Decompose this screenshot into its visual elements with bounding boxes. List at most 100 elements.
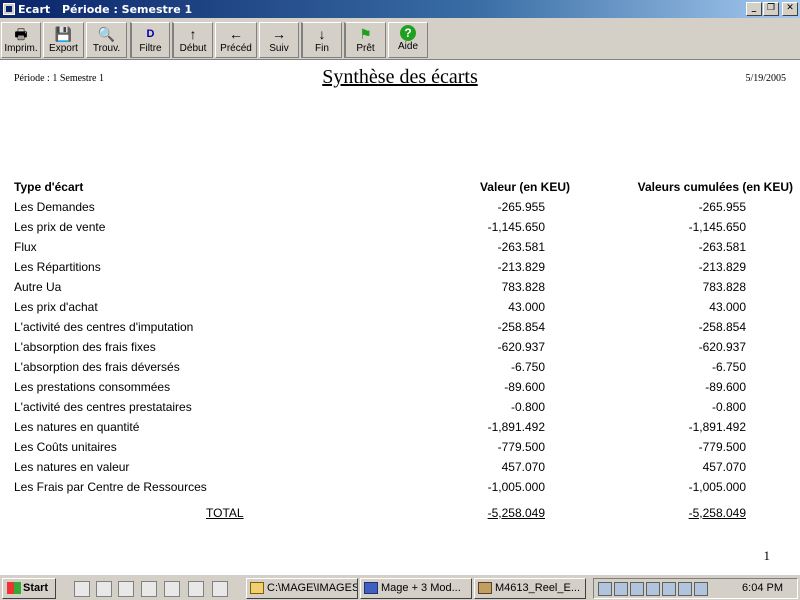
row-value: -1,145.650 bbox=[487, 220, 545, 234]
row-value: 457.070 bbox=[501, 460, 545, 474]
help-button[interactable]: ? Aide bbox=[388, 22, 428, 58]
row-cumulative: -258.854 bbox=[698, 320, 746, 334]
last-record-button[interactable]: ↓ Fin bbox=[301, 22, 342, 58]
export-button-label: Export bbox=[49, 43, 78, 54]
row-type: Les prestations consommées bbox=[14, 380, 171, 394]
window-title: Ecart bbox=[18, 3, 51, 16]
row-value: -6.750 bbox=[510, 360, 545, 374]
table-row: Les prestations consommées -89.600 -89.600 bbox=[0, 380, 800, 400]
window-title-bar[interactable]: Ecart Période : Semestre 1 _ ❐ ✕ bbox=[0, 0, 800, 18]
restore-button[interactable]: ❐ bbox=[763, 2, 779, 16]
row-value: 783.828 bbox=[501, 280, 545, 294]
filter-button[interactable]: D Filtre bbox=[130, 22, 170, 58]
arrow-down-icon: ↓ bbox=[318, 26, 326, 42]
app-icon bbox=[364, 582, 378, 594]
table-row: Les prix d'achat 43.000 43.000 bbox=[0, 300, 800, 320]
task-label: M4613_Reel_E... bbox=[495, 582, 580, 594]
task-mage[interactable]: Mage + 3 Mod... bbox=[360, 578, 472, 599]
row-cumulative: -1,145.650 bbox=[688, 220, 746, 234]
antivirus-icon[interactable] bbox=[678, 582, 692, 596]
report-title: Synthèse des écarts bbox=[322, 66, 478, 88]
row-cumulative: -263.581 bbox=[698, 240, 746, 254]
start-button[interactable]: Start bbox=[2, 578, 56, 599]
network-disconnected-icon[interactable] bbox=[662, 582, 676, 596]
total-label: TOTAL bbox=[206, 506, 244, 520]
ready-button-label: Prêt bbox=[356, 43, 375, 54]
row-cumulative: 457.070 bbox=[702, 460, 746, 474]
app-launcher-icon[interactable] bbox=[164, 581, 180, 597]
row-value: -265.955 bbox=[497, 200, 545, 214]
next-record-label: Suiv bbox=[269, 43, 289, 54]
page-number: 1 bbox=[763, 548, 771, 563]
notes-icon[interactable] bbox=[188, 581, 204, 597]
row-type: Flux bbox=[14, 240, 37, 254]
row-cumulative: -213.829 bbox=[698, 260, 746, 274]
clock[interactable]: 6:04 PM bbox=[742, 582, 783, 594]
report-date: 5/19/2005 bbox=[745, 73, 786, 84]
ready-button[interactable]: ⚑ Prêt bbox=[344, 22, 386, 58]
total-cumulative: -5,258.049 bbox=[688, 506, 746, 520]
app-window-icon[interactable] bbox=[3, 3, 15, 15]
network-icon[interactable] bbox=[598, 582, 612, 596]
previous-record-label: Précéd bbox=[220, 43, 252, 54]
task-label: Mage + 3 Mod... bbox=[381, 582, 461, 594]
row-type: Les natures en valeur bbox=[14, 460, 130, 474]
last-record-label: Fin bbox=[315, 43, 329, 54]
print-button-label: Imprim. bbox=[4, 43, 38, 54]
header-type: Type d'écart bbox=[14, 180, 84, 194]
show-desktop-icon[interactable] bbox=[74, 581, 90, 597]
folder-icon bbox=[250, 582, 264, 594]
task-explorer-images[interactable]: C:\MAGE\IMAGES bbox=[246, 578, 358, 599]
toolbar: 🖶 Imprim. 💾 Export 🔍 Trouv. D Filtre ↑ D… bbox=[0, 18, 800, 60]
row-value: -620.937 bbox=[497, 340, 545, 354]
internet-explorer-icon[interactable] bbox=[96, 581, 112, 597]
find-button[interactable]: 🔍 Trouv. bbox=[86, 22, 127, 58]
export-button[interactable]: 💾 Export bbox=[43, 22, 84, 58]
table-row: L'absorption des frais fixes -620.937 -620… bbox=[0, 340, 800, 360]
row-type: Les Frais par Centre de Ressources bbox=[14, 480, 207, 494]
ready-icon: ⚑ bbox=[359, 26, 372, 42]
monitor-icon[interactable] bbox=[646, 582, 660, 596]
report-icon bbox=[478, 582, 492, 594]
print-button[interactable]: 🖶 Imprim. bbox=[1, 22, 41, 58]
row-type: L'activité des centres d'imputation bbox=[14, 320, 194, 334]
table-row: Les Frais par Centre de Ressources -1,005… bbox=[0, 480, 800, 500]
row-cumulative: -1,005.000 bbox=[688, 480, 746, 494]
table-row: Flux -263.581 -263.581 bbox=[0, 240, 800, 260]
tools-icon[interactable] bbox=[212, 581, 228, 597]
table-row: Les natures en valeur 457.070 457.070 bbox=[0, 460, 800, 480]
row-cumulative: -1,891.492 bbox=[688, 420, 746, 434]
windows-logo-icon bbox=[7, 582, 21, 595]
checkmark-icon[interactable] bbox=[614, 582, 628, 596]
volume-icon[interactable] bbox=[630, 582, 644, 596]
row-cumulative: -779.500 bbox=[698, 440, 746, 454]
find-icon: 🔍 bbox=[97, 26, 116, 42]
filter-button-label: Filtre bbox=[139, 43, 162, 54]
arrow-right-icon: → bbox=[272, 26, 286, 42]
globe-icon[interactable] bbox=[694, 582, 708, 596]
row-value: -263.581 bbox=[497, 240, 545, 254]
row-cumulative: -89.600 bbox=[705, 380, 746, 394]
next-record-button[interactable]: → Suiv bbox=[259, 22, 299, 58]
find-button-label: Trouv. bbox=[92, 43, 121, 54]
row-cumulative: 43.000 bbox=[709, 300, 746, 314]
row-value: -0.800 bbox=[510, 400, 545, 414]
row-type: Autre Ua bbox=[14, 280, 62, 294]
terminal-icon[interactable] bbox=[141, 581, 157, 597]
row-value: 43.000 bbox=[508, 300, 545, 314]
row-type: Les Coûts unitaires bbox=[14, 440, 117, 454]
row-type: Les prix d'achat bbox=[14, 300, 98, 314]
minimize-button[interactable]: _ bbox=[746, 2, 762, 16]
previous-record-button[interactable]: ← Précéd bbox=[215, 22, 257, 58]
table-row: Les Demandes -265.955 -265.955 bbox=[0, 200, 800, 220]
total-row: TOTAL -5,258.049 -5,258.049 bbox=[0, 506, 800, 526]
first-record-button[interactable]: ↑ Début bbox=[172, 22, 213, 58]
task-report[interactable]: M4613_Reel_E... bbox=[474, 578, 586, 599]
outlook-icon[interactable] bbox=[118, 581, 134, 597]
row-value: -779.500 bbox=[497, 440, 545, 454]
close-button[interactable]: ✕ bbox=[782, 2, 798, 16]
table-row: Les prix de vente -1,145.650 -1,145.650 bbox=[0, 220, 800, 240]
row-type: L'activité des centres prestataires bbox=[14, 400, 192, 414]
row-cumulative: -0.800 bbox=[711, 400, 746, 414]
floppy-disk-icon: 💾 bbox=[54, 26, 73, 42]
